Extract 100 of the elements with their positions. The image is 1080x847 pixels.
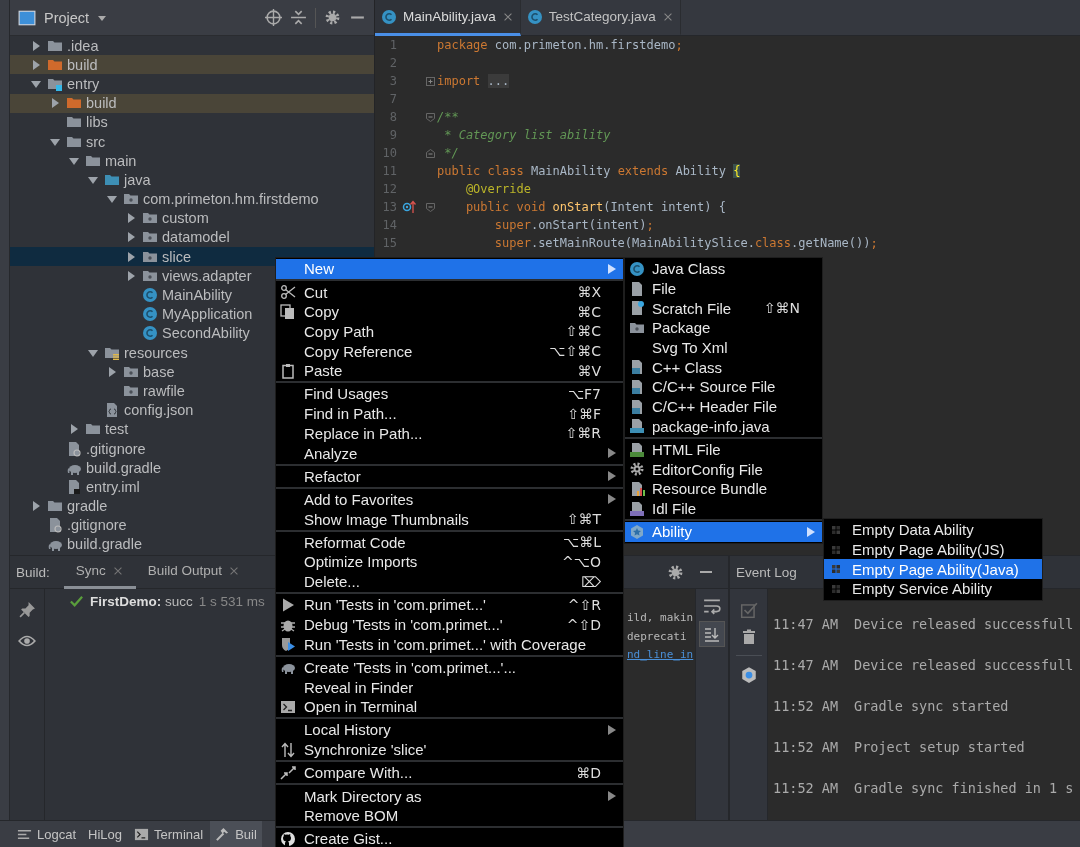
menu-item[interactable]: Empty Page Ability(Java) xyxy=(824,559,1042,580)
gear-icon xyxy=(628,461,645,478)
soft-wrap-icon[interactable] xyxy=(703,597,721,615)
code-line: * Category list ability xyxy=(443,128,611,142)
menu-item[interactable]: Copy Reference ⌥⇧⌘C xyxy=(276,341,623,361)
settings-icon[interactable] xyxy=(324,9,341,26)
menu-item[interactable]: Show Image Thumbnails ⇧⌘T xyxy=(276,509,623,529)
menu-item[interactable]: Java Class xyxy=(625,259,822,279)
tree-item[interactable]: entry xyxy=(10,74,374,94)
menu-item[interactable]: Paste ⌘V xyxy=(276,360,623,381)
menu-item[interactable]: Find Usages ⌥F7 xyxy=(276,384,623,404)
build-time: 1 s 531 ms xyxy=(198,594,265,609)
menu-item[interactable]: Open in Terminal xyxy=(276,696,623,717)
menu-item[interactable]: Local History xyxy=(276,720,623,740)
fold-icon[interactable] xyxy=(424,75,436,87)
tree-item[interactable]: build xyxy=(10,55,374,75)
settings-icon[interactable] xyxy=(667,563,684,581)
menu-item[interactable]: Run 'Tests in 'com.primet...' ^⇧R xyxy=(276,595,623,615)
sync-arrows-icon xyxy=(280,741,296,758)
tree-item[interactable]: .idea xyxy=(10,36,374,56)
menu-item[interactable]: C++ Class xyxy=(625,357,822,378)
menu-item[interactable]: Find in Path... ⇧⌘F xyxy=(276,403,623,424)
tool-window-button[interactable]: Terminal xyxy=(129,821,209,847)
menu-item[interactable]: Ability xyxy=(625,521,822,542)
pin-icon[interactable] xyxy=(18,601,36,618)
locate-icon[interactable] xyxy=(265,9,282,26)
panel-title[interactable]: Event Log xyxy=(736,564,797,580)
menu-item[interactable]: Compare With... ⌘D xyxy=(276,763,623,783)
log-time: 11:47 AM xyxy=(773,615,839,632)
menu-item[interactable]: package-info.java xyxy=(625,416,822,437)
menu-item[interactable]: Optimize Imports ^⌥O xyxy=(276,552,623,572)
menu-item[interactable]: Create 'Tests in 'com.primet...'... xyxy=(276,657,623,678)
tree-item[interactable]: com.primeton.hm.firstdemo xyxy=(10,189,374,209)
tree-item[interactable]: java xyxy=(10,170,374,190)
tree-item[interactable]: custom xyxy=(10,208,374,228)
fold-icon[interactable] xyxy=(424,147,436,159)
menu-item[interactable]: Analyze xyxy=(276,443,623,463)
menu-item[interactable]: Debug 'Tests in 'com.primet...' ^⇧D xyxy=(276,614,623,635)
menu-item[interactable]: Create Gist... xyxy=(276,829,623,847)
menu-item[interactable]: New xyxy=(276,259,623,279)
override-marker-icon[interactable] xyxy=(402,199,418,215)
menu-item[interactable]: Scratch File ⇧⌘N xyxy=(625,298,822,319)
panel-title[interactable]: Project xyxy=(44,9,90,26)
editor-tab[interactable]: TestCategory.java xyxy=(520,0,681,36)
tree-item[interactable]: datamodel xyxy=(10,227,374,248)
menu-item[interactable]: Mark Directory as xyxy=(276,786,623,806)
menu-item[interactable]: Empty Page Ability(JS) xyxy=(824,539,1042,560)
tree-item[interactable]: src xyxy=(10,131,374,152)
tool-window-button[interactable]: Buil xyxy=(210,821,262,847)
code-line: package com.primeton.hm.firstdemo; xyxy=(437,38,683,52)
log-time: 11:52 AM xyxy=(773,697,839,714)
fold-icon[interactable] xyxy=(424,201,436,213)
menu-item[interactable]: C/C++ Header File xyxy=(625,396,822,417)
menu-item[interactable]: Delete... ⌦ xyxy=(276,571,623,592)
menu-item[interactable]: File xyxy=(625,278,822,299)
panel-tab[interactable]: Sync xyxy=(63,555,136,589)
scroll-to-end-icon[interactable] xyxy=(704,626,720,642)
menu-item[interactable]: Replace in Path... ⇧⌘R xyxy=(276,423,623,444)
menu-item[interactable]: EditorConfig File xyxy=(625,459,822,480)
menu-item[interactable]: HTML File xyxy=(625,439,822,460)
menu-item[interactable]: Idl File xyxy=(625,498,822,519)
output-link[interactable]: nd_line_in xyxy=(627,648,694,667)
tree-item[interactable]: main xyxy=(10,151,374,171)
menu-item[interactable]: Run 'Tests in 'com.primet...' with Coverage xyxy=(276,634,623,655)
line-number: 8 xyxy=(388,110,397,124)
menu-item[interactable]: Copy ⌘C xyxy=(276,301,623,322)
trash-icon[interactable] xyxy=(740,629,757,645)
tool-window-button[interactable]: HiLog xyxy=(83,821,127,847)
menu-item[interactable]: Package xyxy=(625,318,822,338)
class-icon xyxy=(142,306,158,323)
menu-item[interactable]: Empty Data Ability xyxy=(824,520,1042,540)
file-icon xyxy=(66,440,82,457)
log-time: 11:47 AM xyxy=(773,656,839,673)
terminal-icon xyxy=(280,698,296,715)
json-file-icon xyxy=(104,402,120,419)
editor-tab[interactable]: MainAbility.java xyxy=(375,0,521,36)
code-line: @Override xyxy=(464,182,531,196)
menu-item[interactable]: Copy Path ⇧⌘C xyxy=(276,321,623,342)
log-time: 11:52 AM xyxy=(773,780,839,797)
menu-item[interactable]: C/C++ Source File xyxy=(625,377,822,397)
menu-item[interactable]: Cut ⌘X xyxy=(276,282,623,302)
tree-item[interactable]: libs xyxy=(10,112,374,132)
panel-tab[interactable]: Build Output xyxy=(135,555,253,589)
tree-item[interactable]: build xyxy=(10,93,374,113)
menu-item[interactable]: Refactor xyxy=(276,466,623,487)
scissors-icon xyxy=(280,284,296,301)
tool-window-button[interactable]: Logcat xyxy=(12,821,82,847)
menu-item[interactable]: Add to Favorites xyxy=(276,489,623,510)
settings-icon[interactable] xyxy=(739,666,758,684)
log-message: Gradle sync started xyxy=(854,697,1009,714)
menu-item[interactable]: Resource Bundle xyxy=(625,479,822,499)
menu-item[interactable]: Reformat Code ⌥⌘L xyxy=(276,532,623,553)
fold-icon[interactable] xyxy=(424,111,436,123)
output-line: ild, makin xyxy=(627,611,694,626)
menu-item[interactable]: Remove BOM xyxy=(276,805,623,826)
menu-item[interactable]: Svg To Xml xyxy=(625,337,822,358)
menu-item[interactable]: Reveal in Finder xyxy=(276,677,623,697)
collapse-all-icon[interactable] xyxy=(290,9,307,26)
menu-item[interactable]: Empty Service Ability xyxy=(824,579,1042,599)
menu-item[interactable]: Synchronize 'slice' xyxy=(276,739,623,760)
